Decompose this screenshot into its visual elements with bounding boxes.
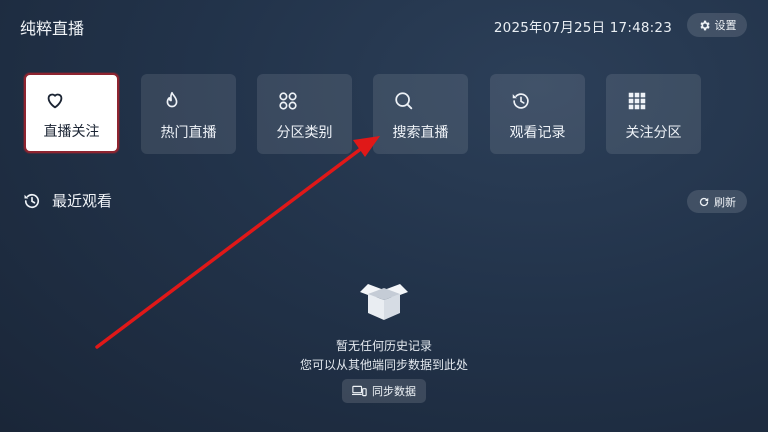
search-icon [395, 92, 413, 110]
tile-followed-categories[interactable]: 关注分区 [606, 74, 701, 154]
history-icon [512, 93, 529, 109]
tile-hot-live[interactable]: 热门直播 [141, 74, 236, 154]
refresh-icon [699, 197, 709, 206]
tile-watch-history[interactable]: 观看记录 [490, 74, 585, 154]
tile-label: 分区类别 [276, 125, 333, 141]
tile-label: 搜索直播 [392, 125, 449, 141]
tile-label: 关注分区 [625, 125, 682, 141]
history-icon [24, 193, 40, 208]
tile-label: 热门直播 [160, 125, 217, 141]
app-title: 纯粹直播 [20, 19, 85, 38]
tile-search-live[interactable]: 搜索直播 [373, 74, 468, 154]
sync-label: 同步数据 [372, 385, 416, 398]
category-grid-icon [279, 92, 297, 110]
empty-message: 暂无任何历史记录 [335, 339, 432, 353]
sync-data-button[interactable]: 同步数据 [342, 379, 426, 403]
refresh-label: 刷新 [714, 195, 736, 209]
tile-followed-live[interactable]: 直播关注 [24, 73, 119, 153]
empty-hint: 您可以从其他端同步数据到此处 [299, 358, 468, 372]
recent-section-header: 最近观看 [22, 190, 112, 211]
heart-icon [47, 93, 63, 109]
tile-categories[interactable]: 分区类别 [257, 74, 352, 154]
tile-label: 直播关注 [43, 124, 100, 140]
apps-grid-icon [628, 92, 646, 110]
flame-icon [166, 91, 178, 108]
tile-label: 观看记录 [509, 125, 566, 141]
gear-icon [699, 20, 710, 30]
empty-box-icon [360, 284, 408, 320]
datetime: 2025年07月25日 17:48:23 [493, 20, 672, 36]
refresh-button[interactable]: 刷新 [687, 190, 747, 213]
settings-label: 设置 [714, 19, 737, 32]
recent-title: 最近观看 [52, 192, 113, 210]
devices-icon [352, 385, 367, 397]
settings-button[interactable]: 设置 [687, 13, 747, 37]
